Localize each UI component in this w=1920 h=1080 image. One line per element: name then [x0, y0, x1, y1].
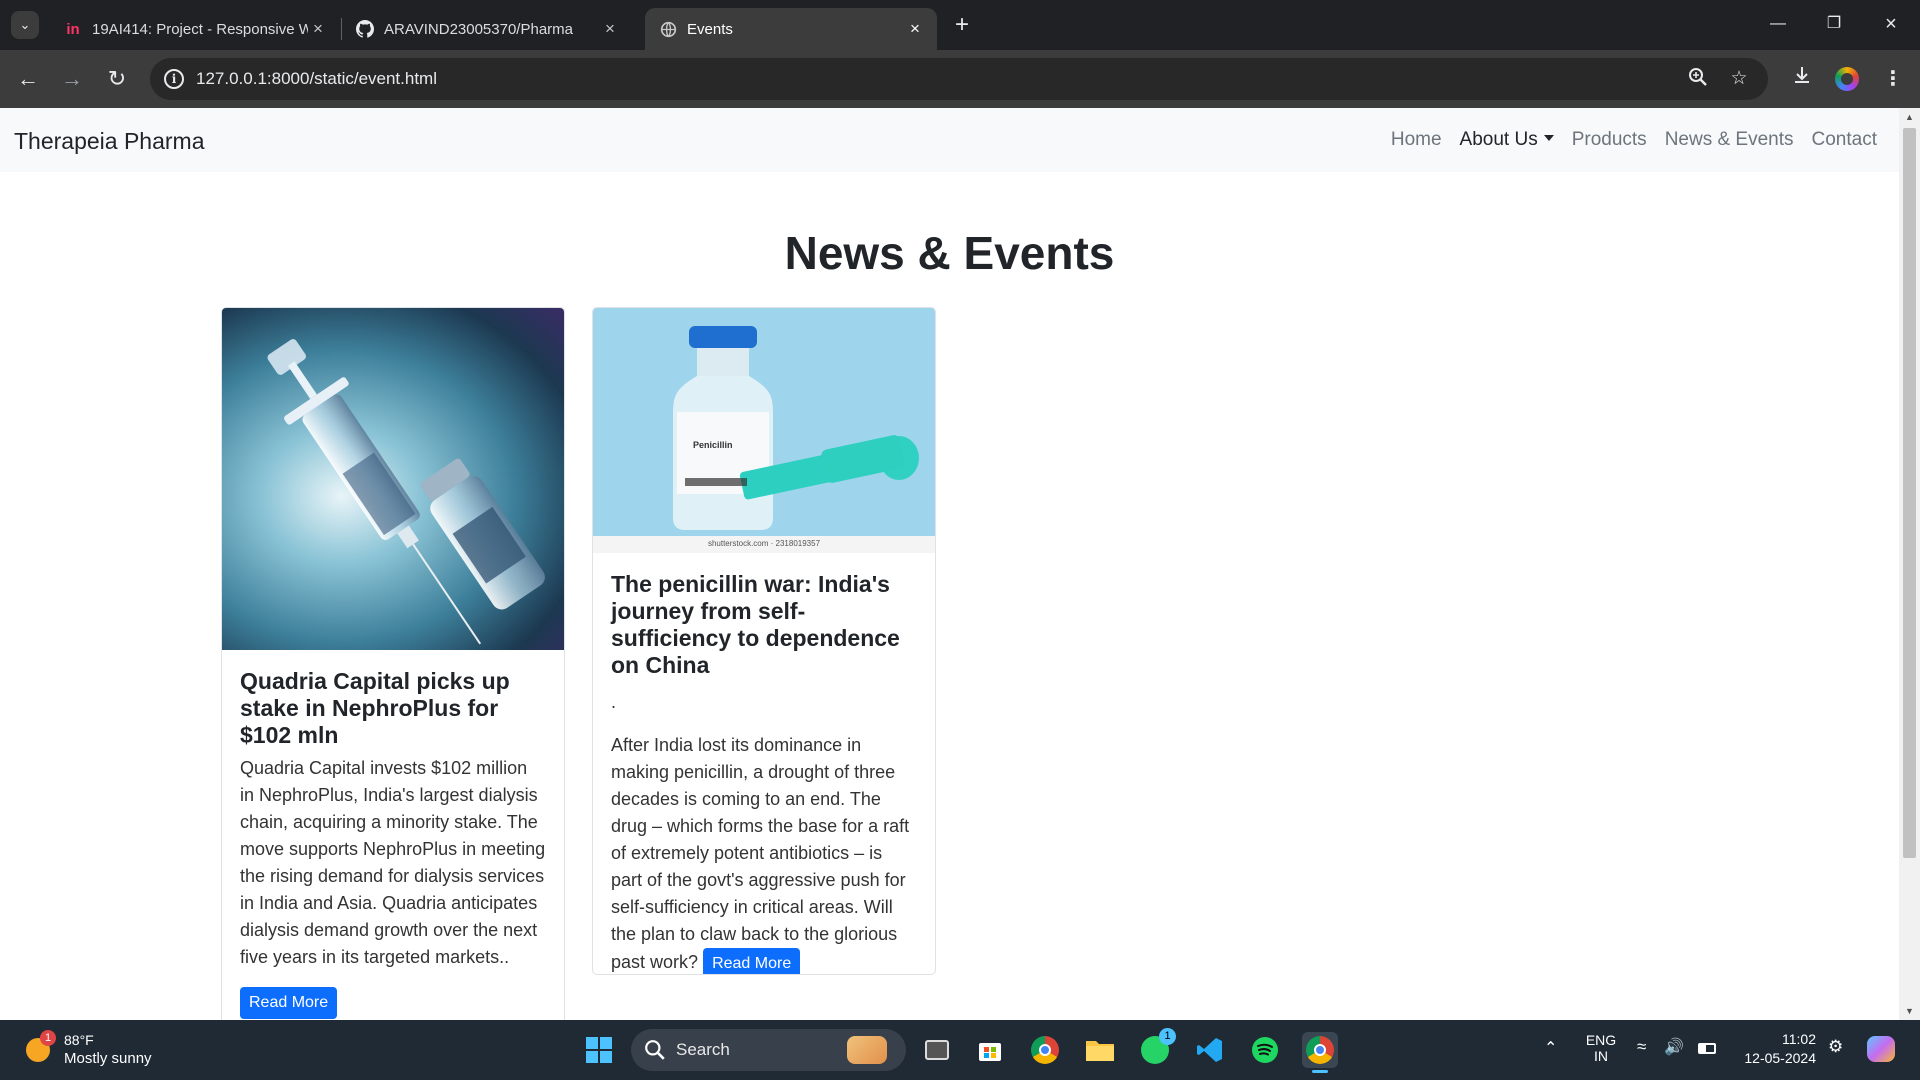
- microsoft-store-icon[interactable]: [972, 1032, 1008, 1068]
- menu-kebab-icon[interactable]: ⋮: [1879, 65, 1907, 93]
- copilot-icon[interactable]: [1867, 1036, 1895, 1062]
- scrollbar-thumb[interactable]: [1903, 128, 1916, 858]
- scroll-up-arrow-icon[interactable]: ▲: [1904, 112, 1915, 122]
- site-info-icon[interactable]: i: [164, 69, 184, 89]
- syringe-and-vial-image: [222, 308, 564, 650]
- new-tab-button[interactable]: +: [948, 12, 976, 40]
- card-text: Quadria Capital invests $102 million in …: [240, 758, 546, 967]
- github-icon: [356, 20, 374, 38]
- weather-badge: 1: [40, 1030, 56, 1046]
- scroll-down-arrow-icon[interactable]: ▼: [1904, 1006, 1915, 1016]
- tab-title: 19AI414: Project - Responsive W: [92, 20, 308, 38]
- brand-logo-text[interactable]: Therapeia Pharma: [14, 128, 205, 155]
- read-more-button[interactable]: Read More: [240, 987, 338, 1019]
- chrome-active-icon[interactable]: [1302, 1032, 1338, 1073]
- search-placeholder: Search: [676, 1040, 730, 1059]
- taskbar-search-box[interactable]: Search: [631, 1029, 906, 1071]
- tab-strip: ⌄ in 19AI414: Project - Responsive W × A…: [0, 0, 1920, 50]
- card-dot: .: [611, 692, 617, 712]
- reload-button[interactable]: ↻: [101, 63, 133, 95]
- windows-start-icon[interactable]: [581, 1032, 617, 1068]
- nav-products[interactable]: Products: [1572, 129, 1647, 151]
- chrome-icon[interactable]: [1027, 1032, 1063, 1068]
- clock-date: 12-05-2024: [1744, 1050, 1816, 1066]
- nav-contact[interactable]: Contact: [1812, 129, 1877, 151]
- close-icon[interactable]: ×: [905, 19, 925, 39]
- vscode-icon[interactable]: [1192, 1032, 1228, 1068]
- weather-temp: 88°F: [64, 1032, 94, 1048]
- wifi-icon[interactable]: ≈: [1637, 1037, 1646, 1057]
- language-indicator[interactable]: ENG IN: [1583, 1032, 1619, 1064]
- globe-icon: [659, 20, 677, 38]
- lang-top: ENG: [1585, 1032, 1617, 1048]
- restore-button[interactable]: ❐: [1814, 10, 1854, 38]
- web-page: Therapeia Pharma Home About Us Products …: [0, 108, 1899, 1020]
- chevron-down-icon: ⌄: [19, 17, 31, 32]
- caret-down-icon: [1543, 134, 1554, 141]
- profile-avatar[interactable]: [1835, 67, 1859, 91]
- windows-taskbar: 1 88°F Mostly sunny Search 1 ⌃ ENG IN ≈: [0, 1020, 1920, 1080]
- card-body: The penicillin war: India's journey from…: [593, 553, 935, 974]
- nav-about-dropdown[interactable]: About Us: [1460, 129, 1554, 151]
- image-vial-label: Penicillin: [693, 440, 733, 450]
- card-title: Quadria Capital picks up stake in Nephro…: [240, 668, 510, 748]
- task-view-icon[interactable]: [919, 1032, 955, 1068]
- tray-overflow-chevron-icon[interactable]: ⌃: [1544, 1038, 1557, 1058]
- weather-desc: Mostly sunny: [64, 1050, 152, 1067]
- nav-news-events[interactable]: News & Events: [1665, 129, 1794, 151]
- close-icon[interactable]: ×: [600, 19, 620, 39]
- nav-links: Home About Us Products News & Events Con…: [1391, 129, 1877, 151]
- bookmark-star-icon[interactable]: ☆: [1727, 67, 1751, 91]
- volume-icon[interactable]: 🔊: [1664, 1037, 1684, 1057]
- tab-title: ARAVIND23005370/Pharma: [384, 20, 573, 38]
- card-text-body: After India lost its dominance in making…: [611, 735, 910, 972]
- penicillin-vial-image: Penicillin shutterstock.com · 2318019357: [593, 308, 935, 553]
- site-navbar: Therapeia Pharma Home About Us Products …: [0, 108, 1899, 172]
- news-card: Penicillin shutterstock.com · 2318019357…: [592, 307, 936, 975]
- card-title: The penicillin war: India's journey from…: [611, 571, 900, 678]
- weather-widget[interactable]: 1 88°F Mostly sunny: [24, 1030, 174, 1070]
- search-highlight-icon: [847, 1036, 887, 1064]
- url-text[interactable]: 127.0.0.1:8000/static/event.html: [196, 69, 437, 89]
- clock-time: 11:02: [1782, 1031, 1816, 1047]
- nav-home[interactable]: Home: [1391, 129, 1442, 151]
- battery-icon[interactable]: [1698, 1043, 1716, 1054]
- tab-title: Events: [687, 20, 733, 38]
- search-icon: [645, 1040, 665, 1060]
- clock[interactable]: 11:02 12-05-2024: [1730, 1031, 1816, 1066]
- news-card: Quadria Capital picks up stake in Nephro…: [221, 307, 565, 1020]
- image-caption: shutterstock.com · 2318019357: [707, 539, 821, 548]
- tab-events[interactable]: Events ×: [645, 8, 937, 50]
- nav-about-label: About Us: [1459, 129, 1538, 150]
- browser-toolbar: ← → ↻ i 127.0.0.1:8000/static/event.html…: [0, 50, 1920, 108]
- back-button[interactable]: ←: [12, 63, 44, 95]
- file-explorer-icon[interactable]: [1082, 1032, 1118, 1068]
- forward-button[interactable]: →: [56, 63, 88, 95]
- address-bar[interactable]: i 127.0.0.1:8000/static/event.html ☆: [150, 58, 1768, 100]
- notification-bell-icon[interactable]: ⚙: [1828, 1037, 1843, 1057]
- invision-icon: in: [66, 20, 80, 38]
- whatsapp-icon[interactable]: 1: [1137, 1028, 1176, 1068]
- download-icon[interactable]: [1788, 65, 1816, 93]
- tab-github[interactable]: ARAVIND23005370/Pharma ×: [342, 8, 632, 50]
- minimize-button[interactable]: —: [1758, 10, 1798, 38]
- read-more-button[interactable]: Read More: [703, 948, 801, 974]
- close-window-button[interactable]: ×: [1871, 10, 1911, 38]
- card-body: Quadria Capital picks up stake in Nephro…: [222, 650, 564, 1019]
- close-icon[interactable]: ×: [308, 19, 328, 39]
- whatsapp-badge: 1: [1159, 1028, 1176, 1045]
- lang-bottom: IN: [1594, 1048, 1608, 1064]
- page-title: News & Events: [784, 227, 1115, 279]
- page-scrollbar[interactable]: ▲ ▼: [1899, 108, 1920, 1020]
- spotify-icon[interactable]: [1247, 1032, 1283, 1068]
- card-text: After India lost its dominance in making…: [611, 732, 917, 974]
- tab-invision[interactable]: in 19AI414: Project - Responsive W ×: [50, 8, 340, 50]
- zoom-icon[interactable]: [1686, 67, 1710, 91]
- tab-search-button[interactable]: ⌄: [11, 11, 39, 39]
